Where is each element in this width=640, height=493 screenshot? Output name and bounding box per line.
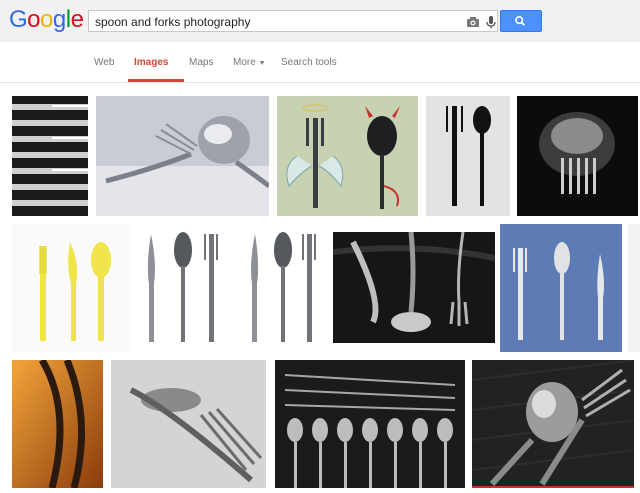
image-results-grid [0,82,640,493]
image-result[interactable] [12,224,131,352]
microphone-icon[interactable] [483,14,499,30]
top-bar: Google [0,0,640,42]
tab-more-label: More [233,57,256,68]
image-result[interactable] [426,96,510,216]
tab-images[interactable]: Images [134,57,168,68]
image-result[interactable] [12,360,103,488]
image-result[interactable] [517,96,638,216]
search-icon [515,16,526,27]
logo-letter: g [52,6,66,33]
image-result[interactable] [275,360,465,488]
logo-letter: o [40,6,53,33]
search-box[interactable] [88,10,498,32]
tab-maps[interactable]: Maps [189,57,213,68]
image-result[interactable] [241,224,325,352]
search-input[interactable] [95,14,455,30]
image-result[interactable] [277,96,418,216]
image-result[interactable] [12,96,88,216]
image-result[interactable] [96,96,269,216]
google-logo[interactable]: Google [9,6,84,34]
logo-letter: o [27,6,41,33]
logo-letter: e [70,6,84,33]
image-result[interactable] [111,360,266,488]
tab-web[interactable]: Web [94,57,114,68]
image-result[interactable] [333,232,495,343]
camera-icon[interactable] [465,14,481,30]
image-result[interactable] [139,224,233,352]
tab-search-tools[interactable]: Search tools [281,57,337,68]
chevron-down-icon: ▼ [258,60,266,67]
image-result[interactable] [628,224,640,352]
tab-more[interactable]: More ▼ [233,57,266,68]
search-tabs: Web Images Maps More ▼ Search tools [0,42,640,83]
image-result[interactable] [500,224,622,352]
search-button[interactable] [500,10,542,32]
logo-letter: G [9,6,28,33]
image-result[interactable] [472,360,634,488]
